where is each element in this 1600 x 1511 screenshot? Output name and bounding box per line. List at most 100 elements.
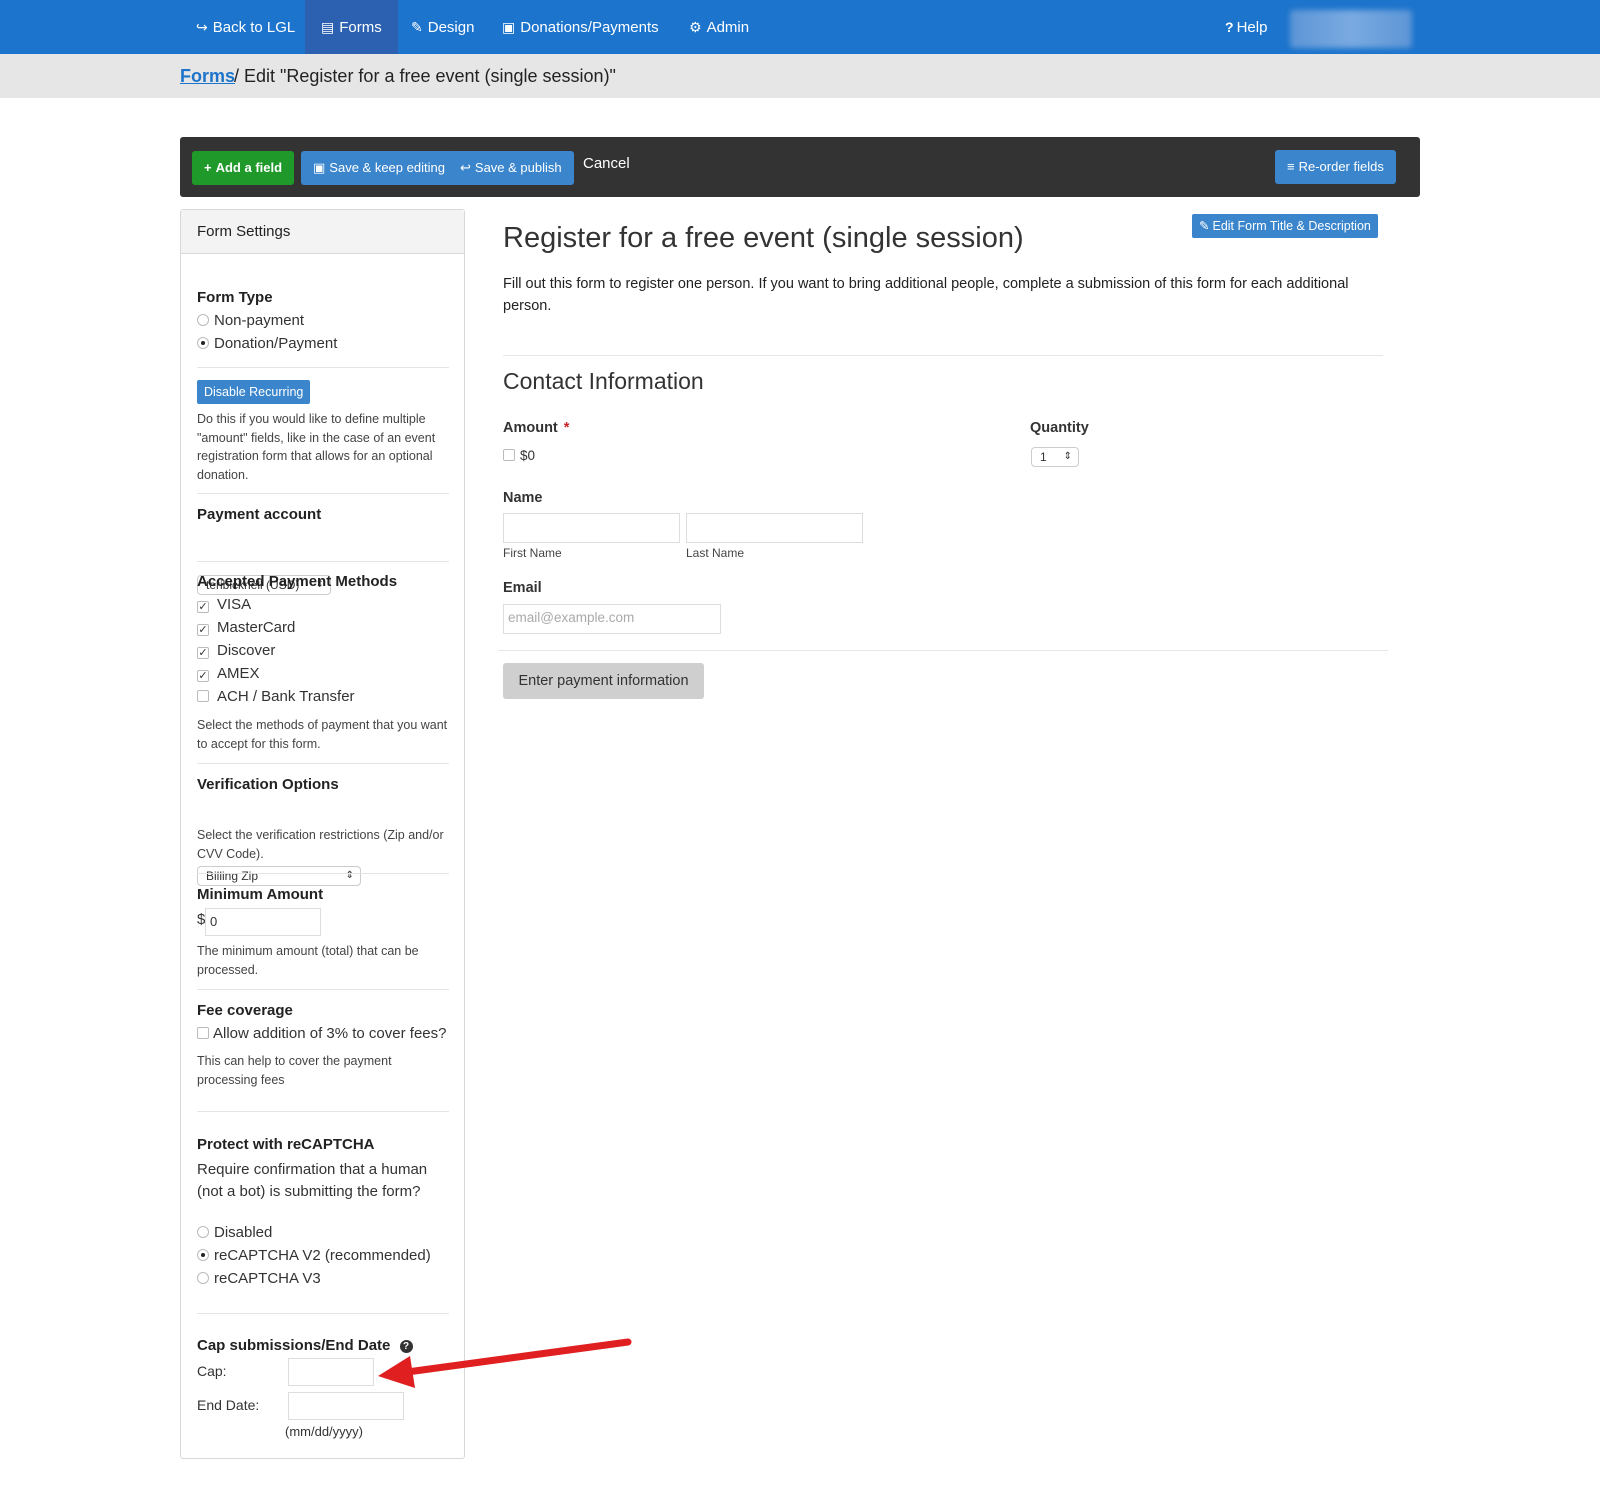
methods-help: Select the methods of payment that you w… bbox=[197, 718, 448, 751]
arrow-head bbox=[378, 1356, 415, 1388]
breadcrumb: Forms / Edit "Register for a free event … bbox=[0, 54, 1600, 98]
disable-recurring-button[interactable]: Disable Recurring bbox=[197, 380, 311, 404]
checkbox-ach[interactable]: ACH / Bank Transfer bbox=[197, 688, 355, 705]
nav-label: Back to LGL bbox=[212, 19, 296, 36]
divider bbox=[197, 989, 449, 990]
first-name-hint: First Name bbox=[503, 546, 562, 560]
pencil-icon: ✎ bbox=[411, 19, 423, 35]
button-label: Save & keep editing bbox=[329, 160, 445, 175]
name-label: Name bbox=[503, 490, 543, 506]
radio-recaptcha-v3[interactable]: reCAPTCHA V3 bbox=[197, 1270, 321, 1287]
cap-label-text: Cap submissions/End Date bbox=[197, 1337, 391, 1354]
quantity-label: Quantity bbox=[1030, 420, 1089, 436]
payment-methods-label: Accepted Payment Methods bbox=[197, 573, 398, 590]
save-publish-button[interactable]: ↩ Save & publish bbox=[448, 151, 574, 185]
share-icon: ↪ bbox=[196, 19, 208, 35]
nav-admin[interactable]: ⚙ Admin bbox=[673, 0, 765, 54]
radio-label: Donation/Payment bbox=[214, 335, 338, 352]
minimum-amount-input[interactable]: 0 bbox=[205, 908, 321, 936]
nav-label: Forms bbox=[339, 19, 382, 36]
annotation-arrow bbox=[378, 1338, 632, 1388]
divider bbox=[498, 650, 1388, 651]
nav-donations-payments[interactable]: ▣ Donations/Payments bbox=[486, 0, 675, 54]
radio-non-payment[interactable]: Non-payment bbox=[197, 312, 304, 329]
user-menu-blurred[interactable] bbox=[1290, 10, 1412, 48]
radio-label: Non-payment bbox=[214, 312, 305, 329]
radio-circle[interactable] bbox=[197, 314, 209, 326]
edit-form-title-button[interactable]: ✎ Edit Form Title & Description bbox=[1192, 214, 1378, 238]
nav-label: Help bbox=[1236, 19, 1268, 36]
amount-label: Amount * bbox=[503, 420, 569, 436]
checkbox-box[interactable] bbox=[197, 1027, 209, 1039]
quantity-select[interactable]: 1 ⇕ bbox=[1031, 447, 1079, 467]
cap-input[interactable] bbox=[288, 1358, 374, 1386]
arrow-shaft bbox=[396, 1338, 632, 1377]
last-name-input[interactable] bbox=[686, 513, 863, 543]
divider bbox=[197, 763, 449, 764]
last-name-hint: Last Name bbox=[686, 546, 745, 560]
verification-label: Verification Options bbox=[197, 776, 339, 793]
button-label: Re-order fields bbox=[1298, 159, 1384, 174]
checkbox-visa[interactable]: ✓ VISA bbox=[197, 596, 251, 613]
checkbox-box[interactable]: ✓ bbox=[197, 624, 209, 636]
radio-circle[interactable] bbox=[197, 1249, 209, 1261]
first-name-input[interactable] bbox=[503, 513, 680, 543]
button-label: Save & publish bbox=[474, 160, 562, 175]
cancel-button[interactable]: Cancel bbox=[583, 155, 630, 172]
checkbox-discover[interactable]: ✓ Discover bbox=[197, 642, 275, 659]
checkbox-box[interactable]: ✓ bbox=[197, 601, 209, 613]
checkbox-label: Discover bbox=[217, 642, 276, 659]
form-description: Fill out this form to register one perso… bbox=[503, 276, 1349, 314]
nav-back-to-lgl[interactable]: ↪ Back to LGL bbox=[180, 0, 311, 54]
select-value: 1 bbox=[1040, 450, 1047, 464]
recaptcha-label: Protect with reCAPTCHA bbox=[197, 1136, 375, 1153]
end-date-label: End Date: bbox=[197, 1397, 260, 1413]
amount-label-text: Amount bbox=[503, 420, 558, 436]
radio-circle[interactable] bbox=[197, 1226, 209, 1238]
nav-help[interactable]: ? Help bbox=[1209, 0, 1283, 54]
breadcrumb-forms-link[interactable]: Forms bbox=[180, 66, 235, 87]
radio-label: reCAPTCHA V2 (recommended) bbox=[214, 1247, 431, 1264]
email-label: Email bbox=[503, 580, 542, 596]
radio-donation-payment[interactable]: Donation/Payment bbox=[197, 335, 337, 352]
list-icon: ▤ bbox=[321, 19, 335, 35]
reorder-fields-button[interactable]: ≡ Re-order fields bbox=[1275, 150, 1396, 184]
nav-forms[interactable]: ▤ Forms bbox=[305, 0, 398, 54]
add-field-button[interactable]: + Add a field bbox=[192, 151, 295, 185]
end-date-input[interactable] bbox=[288, 1392, 404, 1420]
breadcrumb-current: / Edit "Register for a free event (singl… bbox=[234, 66, 616, 86]
verification-help: Select the verification restrictions (Zi… bbox=[197, 828, 444, 861]
email-input[interactable]: email@example.com bbox=[503, 604, 721, 634]
nav-label: Design bbox=[427, 19, 475, 36]
nav-design[interactable]: ✎ Design bbox=[395, 0, 490, 54]
checkbox-box[interactable]: ✓ bbox=[197, 670, 209, 682]
minimum-amount-label: Minimum Amount bbox=[197, 886, 324, 903]
radio-circle[interactable] bbox=[197, 1272, 209, 1284]
checkbox-amex[interactable]: ✓ AMEX bbox=[197, 665, 260, 682]
checkbox-box[interactable] bbox=[503, 449, 515, 461]
checkbox-mastercard[interactable]: ✓ MasterCard bbox=[197, 619, 295, 636]
date-format-hint: (mm/dd/yyyy) bbox=[285, 1424, 363, 1439]
radio-recaptcha-v2[interactable]: reCAPTCHA V2 (recommended) bbox=[197, 1247, 431, 1264]
divider bbox=[197, 561, 449, 562]
divider bbox=[197, 367, 449, 368]
radio-recaptcha-disabled[interactable]: Disabled bbox=[197, 1224, 272, 1241]
radio-circle[interactable] bbox=[197, 337, 209, 349]
radio-label: reCAPTCHA V3 bbox=[214, 1270, 321, 1287]
button-label: Edit Form Title & Description bbox=[1212, 219, 1371, 233]
button-label: Add a field bbox=[215, 160, 283, 175]
required-marker: * bbox=[563, 420, 570, 436]
recaptcha-desc: Require confirmation that a human (not a… bbox=[197, 1161, 428, 1200]
checkbox-box[interactable] bbox=[197, 690, 209, 702]
divider bbox=[503, 355, 1383, 356]
amount-option[interactable]: $0 bbox=[503, 448, 535, 463]
enter-payment-button[interactable]: Enter payment information bbox=[503, 663, 704, 699]
fee-help: This can help to cover the payment proce… bbox=[197, 1054, 392, 1087]
checkbox-box[interactable]: ✓ bbox=[197, 647, 209, 659]
reply-icon: ↩ bbox=[460, 160, 471, 175]
nav-label: Admin bbox=[706, 19, 750, 36]
save-keep-editing-button[interactable]: ▣ Save & keep editing bbox=[301, 151, 457, 185]
form-title: Register for a free event (single sessio… bbox=[503, 222, 1024, 254]
verification-select[interactable]: Billing Zip ⇕ bbox=[197, 866, 361, 886]
fee-coverage-checkbox[interactable]: Allow addition of 3% to cover fees? bbox=[197, 1025, 446, 1042]
